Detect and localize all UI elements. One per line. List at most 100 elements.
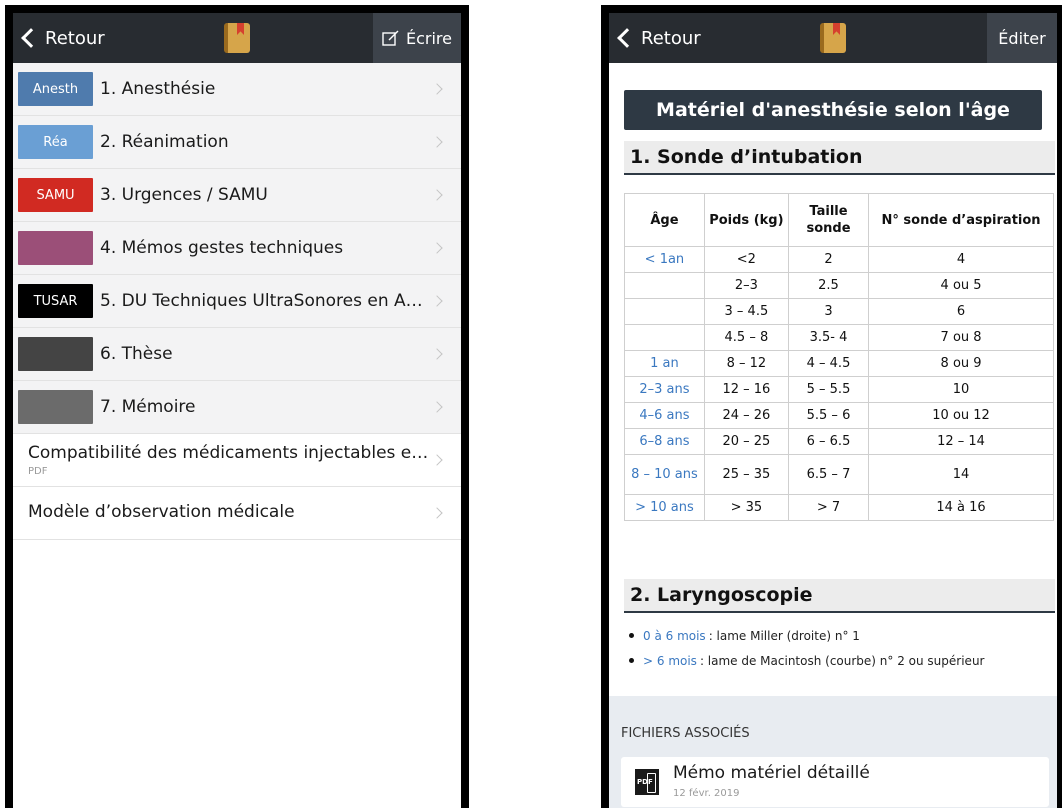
category-item[interactable]: 4. Mémos gestes techniques [13, 222, 461, 275]
table-cell: 6.5 – 7 [787, 454, 870, 495]
age-cell[interactable]: > 10 ans [624, 494, 705, 521]
table-cell: 10 [868, 376, 1054, 403]
file-title: Mémo matériel détaillé [673, 763, 870, 783]
compose-icon [382, 30, 399, 46]
table-cell: 2.5 [787, 272, 870, 299]
table-cell: 4 – 4.5 [787, 350, 870, 377]
category-item[interactable]: TUSAR 5. DU Techniques UltraSonores en A… [13, 275, 461, 328]
table-cell: 8 – 12 [703, 350, 789, 377]
table-cell: 6 [868, 298, 1054, 325]
table-row: 8 – 10 ans 25 – 35 6.5 – 7 14 [624, 454, 1054, 495]
table-cell: 4 [868, 246, 1054, 273]
bullet-text: : lame de Macintosh (courbe) n° 2 ou sup… [699, 653, 985, 668]
table-row: 3 – 4.5 3 6 [624, 298, 1054, 325]
category-label: 7. Mémoire [100, 397, 196, 417]
file-item[interactable]: PDF Mémo matériel détaillé 12 févr. 2019 [621, 757, 1049, 807]
note-content: Matériel d'anesthésie selon l'âge 1. Son… [609, 63, 1057, 808]
table-cell: 20 – 25 [703, 428, 789, 455]
category-label: 5. DU Techniques UltraSonores en A… [100, 291, 423, 311]
right-screen: Retour Éditer Matériel d'anesthésie selo… [609, 13, 1057, 808]
category-item[interactable]: Anesth 1. Anesthésie [13, 63, 461, 116]
table-cell: 4.5 – 8 [703, 324, 789, 351]
category-label: 6. Thèse [100, 344, 173, 364]
table-cell: 12 – 16 [703, 376, 789, 403]
category-item[interactable]: 7. Mémoire [13, 381, 461, 434]
category-list: Anesth 1. Anesthésie Réa 2. Réanimation SAMU… [13, 63, 461, 540]
age-cell[interactable]: 1 an [624, 350, 705, 377]
bullet-item: > 6 mois: lame de Macintosh (courbe) n° … [629, 648, 984, 673]
age-cell [624, 298, 705, 325]
chevron-right-icon [431, 454, 443, 466]
age-cell[interactable]: 2–3 ans [624, 376, 705, 403]
bullet-link[interactable]: > 6 mois [643, 654, 697, 668]
chevron-right-icon [431, 136, 443, 148]
right-phone-frame: Retour Éditer Matériel d'anesthésie selo… [601, 5, 1062, 808]
book-icon [820, 23, 846, 53]
edit-button[interactable]: Éditer [987, 13, 1057, 63]
table-header-cell: Poids (kg) [703, 193, 789, 247]
laryngoscopie-list: 0 à 6 mois: lame Miller (droite) n° 1 > 6… [629, 623, 984, 673]
associated-files-panel: FICHIERS ASSOCIÉS PDF Mémo matériel déta… [609, 696, 1057, 808]
category-item[interactable]: Réa 2. Réanimation [13, 116, 461, 169]
table-cell: <2 [703, 246, 789, 273]
table-body: < 1an <2 2 4 2–3 2.5 4 ou 53 – 4.5 3 6 4.5 – 8 3.5… [624, 246, 1054, 521]
intubation-table: Âge Poids (kg) Taille sonde N° sonde d’aspi… [624, 193, 1054, 521]
table-header-cell: Âge [624, 193, 705, 247]
table-row: > 10 ans > 35 > 7 14 à 16 [624, 494, 1054, 521]
category-badge: SAMU [18, 178, 93, 212]
file-date: 12 févr. 2019 [673, 788, 740, 799]
table-cell: 24 – 26 [703, 402, 789, 429]
category-badge: Anesth [18, 72, 93, 106]
back-label: Retour [45, 27, 105, 49]
table-header-row: Âge Poids (kg) Taille sonde N° sonde d’aspi… [624, 193, 1054, 247]
age-cell[interactable]: < 1an [624, 246, 705, 273]
category-label: 3. Urgences / SAMU [100, 185, 268, 205]
bullet-link[interactable]: 0 à 6 mois [643, 629, 706, 643]
category-badge [18, 337, 93, 371]
bullet-item: 0 à 6 mois: lame Miller (droite) n° 1 [629, 623, 984, 648]
table-row: 1 an 8 – 12 4 – 4.5 8 ou 9 [624, 350, 1054, 377]
write-button[interactable]: Écrire [373, 13, 461, 63]
age-cell[interactable]: 8 – 10 ans [624, 454, 705, 495]
age-cell [624, 272, 705, 299]
table-cell: 3 [787, 298, 870, 325]
chevron-right-icon [431, 242, 443, 254]
table-cell: 2 [787, 246, 870, 273]
document-item[interactable]: Compatibilité des médicaments injectable… [13, 434, 461, 487]
edit-label: Éditer [998, 28, 1046, 48]
chevron-right-icon [431, 348, 443, 360]
table-cell: 6 – 6.5 [787, 428, 870, 455]
table-cell: > 35 [703, 494, 789, 521]
document-item[interactable]: Modèle d’observation médicale [13, 487, 461, 540]
left-navbar: Retour Écrire [13, 13, 461, 63]
category-badge: Réa [18, 125, 93, 159]
table-cell: > 7 [787, 494, 870, 521]
table-cell: 3 – 4.5 [703, 298, 789, 325]
write-label: Écrire [406, 28, 452, 48]
chevron-right-icon [431, 295, 443, 307]
table-header-cell: N° sonde d’aspiration [868, 193, 1054, 247]
category-label: 2. Réanimation [100, 132, 229, 152]
table-cell: 8 ou 9 [868, 350, 1054, 377]
category-badge: TUSAR [18, 284, 93, 318]
category-item[interactable]: SAMU 3. Urgences / SAMU [13, 169, 461, 222]
back-button[interactable]: Retour [615, 13, 701, 63]
left-phone-frame: Retour Écrire Anesth 1. Anesthésie Réa 2. R… [5, 5, 469, 808]
category-item[interactable]: 6. Thèse [13, 328, 461, 381]
table-row: 4–6 ans 24 – 26 5.5 – 6 10 ou 12 [624, 402, 1054, 429]
left-screen: Retour Écrire Anesth 1. Anesthésie Réa 2. R… [13, 13, 461, 808]
table-cell: 10 ou 12 [868, 402, 1054, 429]
chevron-right-icon [431, 83, 443, 95]
age-cell[interactable]: 4–6 ans [624, 402, 705, 429]
document-type: PDF [28, 466, 48, 477]
bullet-text: : lame Miller (droite) n° 1 [708, 628, 860, 643]
bullet-icon [629, 633, 634, 638]
files-header: FICHIERS ASSOCIÉS [621, 726, 750, 741]
back-button[interactable]: Retour [19, 13, 105, 63]
category-label: 4. Mémos gestes techniques [100, 238, 344, 258]
table-row: 6–8 ans 20 – 25 6 – 6.5 12 – 14 [624, 428, 1054, 455]
age-cell[interactable]: 6–8 ans [624, 428, 705, 455]
table-cell: 3.5- 4 [787, 324, 870, 351]
table-cell: 4 ou 5 [868, 272, 1054, 299]
page-title: Matériel d'anesthésie selon l'âge [624, 90, 1042, 130]
